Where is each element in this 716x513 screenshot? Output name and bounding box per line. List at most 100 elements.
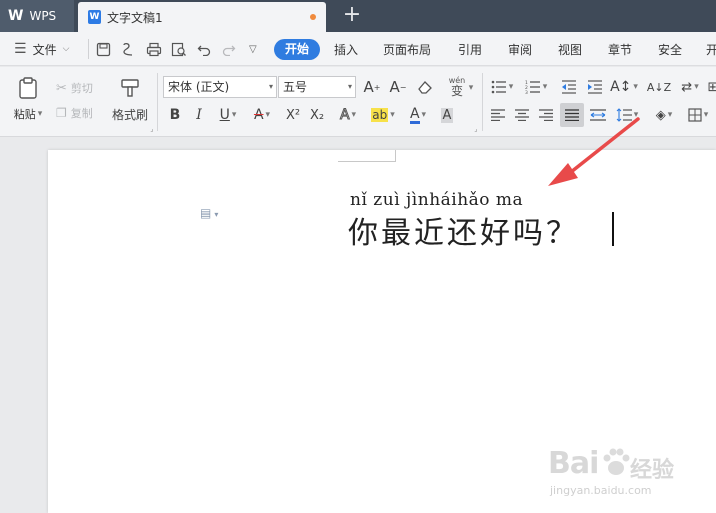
copy-button[interactable]: ❐ 复制: [56, 104, 104, 122]
print-preview-icon[interactable]: [171, 32, 187, 66]
file-menu-button[interactable]: ☰ 文件 ⌵: [14, 32, 69, 66]
document-text[interactable]: 你最近还好吗？: [348, 208, 579, 252]
clear-format-eraser-icon[interactable]: [414, 77, 436, 97]
italic-icon[interactable]: I: [190, 105, 208, 125]
numbered-list-button[interactable]: 1 2 3 ▾: [522, 77, 550, 97]
copy-label: 复制: [70, 107, 93, 120]
writer-doc-icon: W: [88, 10, 101, 24]
new-tab-button[interactable]: +: [340, 3, 364, 27]
title-bar: W WPS W 文字文稿1 +: [0, 0, 716, 32]
caret-down-icon: ▾: [37, 109, 43, 119]
superscript-icon[interactable]: X²: [282, 105, 304, 125]
paragraph-shading-button[interactable]: ◈ ▾: [650, 105, 678, 125]
unsaved-dot-icon: [310, 14, 316, 20]
phonetic-guide-icon: 变: [450, 83, 463, 98]
svg-text:3: 3: [525, 90, 528, 94]
document-tab[interactable]: W 文字文稿1: [78, 2, 326, 32]
pinyin-annotation: nǐ zuì jìnháihǎo ma: [350, 190, 524, 210]
paw-icon: [603, 448, 630, 475]
tab-insert[interactable]: 插入: [334, 32, 358, 66]
format-painter-button[interactable]: [110, 75, 150, 101]
tab-review[interactable]: 审阅: [508, 32, 532, 66]
strikethrough-icon: A: [253, 107, 264, 123]
paste-label: 粘贴: [13, 108, 36, 121]
tab-view[interactable]: 视图: [558, 32, 582, 66]
menu-bar: ☰ 文件 ⌵ ▽ 开始 插入 页面布局 引用 审阅 视图 章节 安全 开: [0, 32, 716, 66]
text-direction-icon: A͏↕: [610, 79, 632, 95]
caret-down-icon: ▾: [351, 110, 357, 120]
copy-icon: ❐: [56, 106, 67, 120]
baidu-jingyan-watermark: Bai 经验 jingyan.baidu.com: [548, 440, 688, 500]
distributed-align-icon[interactable]: [588, 105, 608, 125]
paste-dropdown[interactable]: 粘贴 ▾: [8, 105, 48, 123]
baidu-jingyan-text: 经验: [630, 458, 675, 483]
toolbar-divider: [482, 73, 483, 131]
paste-button[interactable]: [8, 75, 48, 101]
menu-divider: [88, 39, 89, 59]
caret-down-icon: ▾: [231, 110, 237, 120]
align-center-icon[interactable]: [512, 105, 532, 125]
font-name-value: 宋体 (正文): [168, 80, 230, 94]
caret-down-icon: ▾: [421, 110, 427, 120]
subscript-icon[interactable]: X₂: [306, 105, 328, 125]
cut-button[interactable]: ✂ 剪切: [56, 79, 104, 97]
decrease-indent-icon[interactable]: [558, 77, 580, 97]
font-name-select[interactable]: 宋体 (正文) ▾: [163, 76, 277, 98]
export-pdf-icon[interactable]: [121, 32, 136, 66]
character-shading-icon[interactable]: A: [438, 105, 456, 125]
shrink-font-icon[interactable]: A −: [388, 77, 408, 97]
chevron-down-icon: ⌵: [62, 44, 70, 54]
tab-developer-partial[interactable]: 开: [706, 32, 716, 66]
borders-icon: [688, 108, 702, 122]
align-right-icon[interactable]: [536, 105, 556, 125]
numbered-list-icon: 123: [525, 80, 540, 94]
tab-page-layout[interactable]: 页面布局: [383, 32, 431, 66]
font-size-select[interactable]: 五号 ▾: [278, 76, 356, 98]
clipboard-dialog-launcher-icon[interactable]: ⌟: [148, 125, 156, 133]
watermark-url: jingyan.baidu.com: [550, 484, 652, 497]
redo-icon[interactable]: [222, 32, 236, 66]
format-painter-label: 格式刷: [111, 107, 148, 122]
file-menu-label: 文件: [32, 42, 57, 57]
bold-icon[interactable]: B: [166, 105, 184, 125]
print-icon[interactable]: [146, 32, 162, 66]
grow-font-icon[interactable]: A +: [362, 77, 382, 97]
bullet-list-button[interactable]: ▾: [488, 77, 516, 97]
styles-icon-partial[interactable]: ⊞: [706, 77, 716, 97]
tab-security[interactable]: 安全: [658, 32, 682, 66]
quick-access-dropdown-icon[interactable]: ▽: [249, 32, 257, 66]
line-spacing-button[interactable]: ▾: [612, 105, 642, 125]
tab-chapter[interactable]: 章节: [608, 32, 632, 66]
align-left-icon[interactable]: [488, 105, 508, 125]
strikethrough-button[interactable]: A ▾: [248, 105, 276, 125]
line-spacing-icon: [616, 108, 632, 122]
underline-button[interactable]: U ▾: [214, 105, 242, 125]
justify-icon[interactable]: [560, 103, 584, 127]
tab-references[interactable]: 引用: [458, 32, 482, 66]
paragraph-layout-icon[interactable]: ▤ ▾: [200, 206, 218, 220]
borders-button[interactable]: ▾: [684, 105, 712, 125]
highlight-button[interactable]: ab ▾: [368, 105, 398, 125]
text-effect-button[interactable]: A ▾: [334, 105, 362, 125]
clipboard-icon: [19, 77, 37, 99]
text-direction-button[interactable]: A͏↕ ▾: [610, 77, 638, 97]
tab-home[interactable]: 开始: [274, 39, 320, 60]
sort-icon[interactable]: A↓Z: [647, 77, 671, 97]
font-size-value: 五号: [283, 80, 308, 94]
paint-bucket-icon: ◈: [655, 107, 666, 123]
font-dialog-launcher-icon[interactable]: ⌟: [472, 125, 480, 133]
undo-icon[interactable]: [197, 32, 211, 66]
font-color-button[interactable]: A ▾: [404, 105, 432, 125]
text-caret: [612, 212, 614, 246]
text-effect-icon: A: [339, 107, 350, 124]
caret-down-icon: ▾: [265, 110, 271, 120]
bullet-list-icon: [491, 80, 506, 94]
app-tab[interactable]: W WPS: [0, 0, 74, 32]
caret-down-icon[interactable]: ▾: [466, 81, 474, 95]
font-color-icon: A: [409, 105, 420, 124]
swap-arrows-icon: ⇄: [681, 79, 693, 95]
increase-indent-icon[interactable]: [584, 77, 606, 97]
hamburger-icon: ☰: [14, 41, 27, 57]
show-hide-button[interactable]: ⇄ ▾: [676, 77, 704, 97]
save-icon[interactable]: [96, 32, 111, 66]
